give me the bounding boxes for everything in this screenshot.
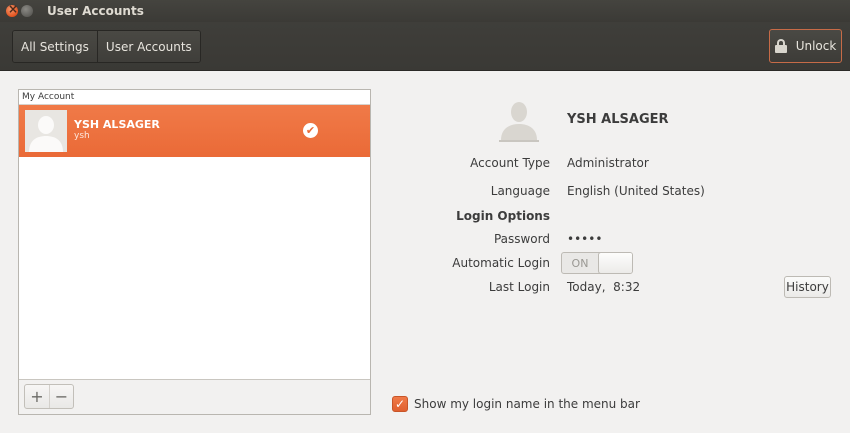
header-toolbar: All Settings User Accounts Unlock	[0, 22, 850, 71]
show-login-name-label[interactable]: Show my login name in the menu bar	[414, 397, 640, 411]
account-login: ysh	[74, 131, 90, 141]
lock-icon	[774, 39, 787, 53]
history-button[interactable]: History	[784, 276, 831, 298]
language-label: Language	[490, 184, 550, 198]
account-name: YSH ALSAGER	[74, 118, 160, 131]
add-remove-group: + −	[24, 384, 74, 409]
user-avatar-icon	[25, 110, 67, 152]
login-options-heading: Login Options	[456, 209, 550, 223]
account-type-label: Account Type	[470, 156, 550, 170]
avatar[interactable]	[497, 98, 541, 142]
unlock-label: Unlock	[795, 39, 837, 53]
automatic-login-switch[interactable]: ON	[561, 252, 633, 274]
remove-user-button[interactable]: −	[49, 385, 73, 408]
switch-state-label: ON	[571, 256, 589, 270]
password-value[interactable]: •••••	[567, 232, 602, 246]
unlock-button[interactable]: Unlock	[769, 29, 842, 63]
all-settings-button[interactable]: All Settings	[13, 31, 97, 62]
title-bar: User Accounts	[0, 0, 850, 22]
breadcrumb: All Settings User Accounts	[12, 30, 201, 63]
minimize-window-icon[interactable]	[21, 5, 33, 17]
language-value[interactable]: English (United States)	[567, 184, 705, 198]
full-name-field[interactable]: YSH ALSAGER	[567, 112, 669, 127]
show-login-name-checkbox[interactable]: ✓	[392, 396, 408, 412]
logged-in-check-icon: ✔	[303, 123, 318, 138]
list-toolbar: + −	[19, 379, 370, 414]
automatic-login-label: Automatic Login	[452, 256, 550, 270]
password-label: Password	[493, 232, 550, 246]
account-list-header: My Account	[19, 90, 370, 105]
account-type-value[interactable]: Administrator	[567, 156, 649, 170]
last-login-value: Today, 8:32	[567, 280, 641, 294]
window-title: User Accounts	[47, 4, 144, 18]
switch-knob	[598, 253, 632, 273]
account-list: My Account YSH ALSAGER ysh ✔ + −	[18, 89, 371, 415]
last-login-label: Last Login	[488, 280, 550, 294]
close-window-icon[interactable]	[6, 2, 18, 17]
add-user-button[interactable]: +	[25, 385, 49, 408]
list-item[interactable]: YSH ALSAGER ysh ✔	[19, 105, 370, 157]
user-accounts-crumb[interactable]: User Accounts	[96, 31, 200, 62]
